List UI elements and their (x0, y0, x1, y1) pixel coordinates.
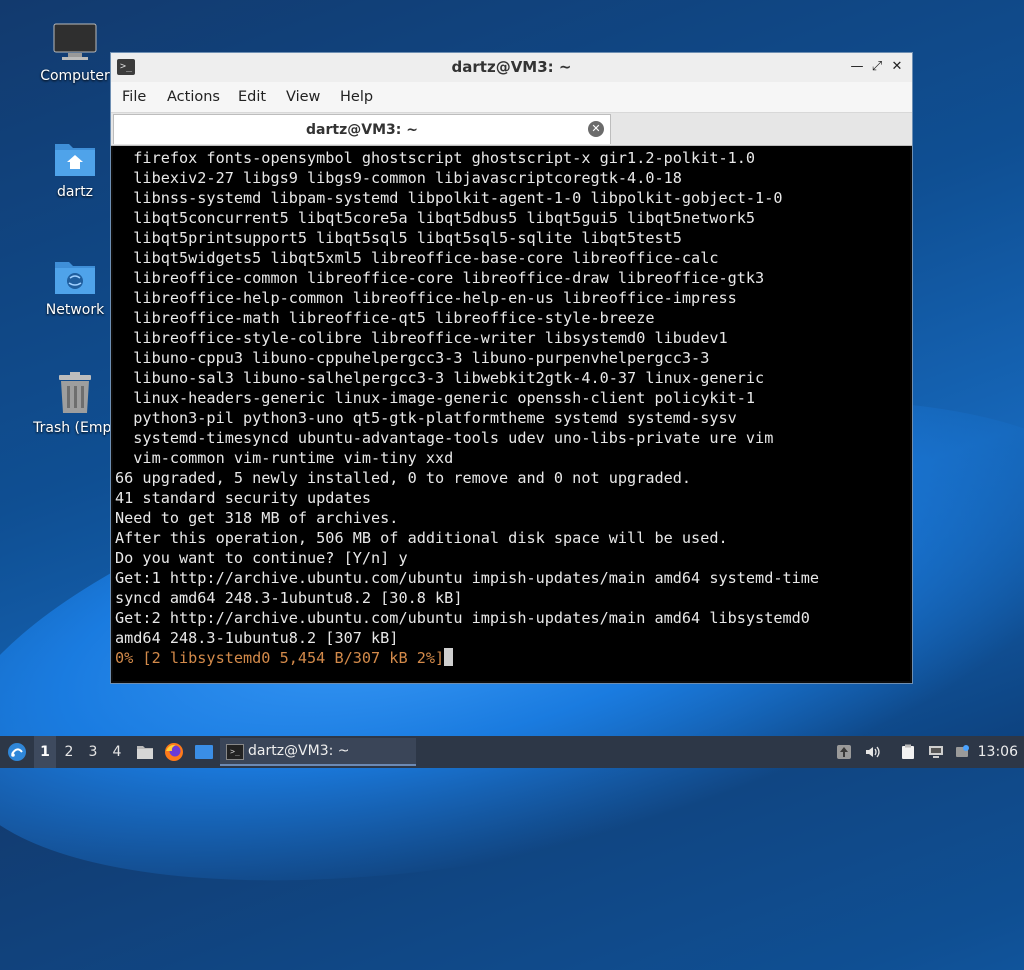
terminal-line: linux-headers-generic linux-image-generi… (115, 389, 756, 407)
desktop-icon-network[interactable]: Network (27, 256, 123, 318)
terminal-line: firefox fonts-opensymbol ghostscript gho… (115, 149, 756, 167)
download-progress-line: 0% [2 libsystemd0 5,454 B/307 kB 2%] (115, 648, 910, 668)
tab-terminal[interactable]: dartz@VM3: ~ ✕ (113, 114, 611, 144)
computer-icon (53, 23, 97, 60)
network-status-icon[interactable] (928, 744, 944, 760)
workspace-2[interactable]: 2 (58, 736, 80, 768)
terminal-cursor (444, 648, 454, 666)
terminal-line: Need to get 318 MB of archives. (115, 509, 399, 527)
update-notifier-icon[interactable] (836, 744, 852, 760)
terminal-window[interactable]: >_ dartz@VM3: ~ — ⤢ ✕ File Actions Edit … (110, 52, 913, 684)
network-folder-icon (55, 262, 95, 294)
menu-actions[interactable]: Actions (167, 82, 220, 112)
terminal-line: 66 upgraded, 5 newly installed, 0 to rem… (115, 469, 692, 487)
show-desktop-button[interactable] (192, 736, 216, 768)
workspace-1[interactable]: 1 (34, 736, 56, 768)
desktop-icon-home-folder[interactable]: dartz (27, 138, 123, 200)
clipboard-icon[interactable] (900, 744, 916, 760)
firefox-icon (165, 743, 183, 761)
minimize-button[interactable]: — (848, 58, 866, 76)
taskbar: 1 2 3 4 >_ dartz@VM3: ~ 13:06 (0, 736, 1024, 768)
terminal-line: libqt5printsupport5 libqt5sql5 libqt5sql… (115, 229, 682, 247)
lubuntu-logo-icon (8, 743, 26, 761)
trash-icon (59, 372, 91, 413)
tab-label: dartz@VM3: ~ (306, 122, 418, 138)
terminal-text: firefox fonts-opensymbol ghostscript gho… (113, 146, 910, 668)
terminal-line: Get:1 http://archive.ubuntu.com/ubuntu i… (115, 569, 820, 587)
menu-bar: File Actions Edit View Help (111, 82, 912, 113)
clock[interactable]: 13:06 (978, 736, 1018, 768)
file-manager-launcher[interactable] (134, 736, 156, 768)
close-button[interactable]: ✕ (888, 58, 906, 76)
terminal-output[interactable]: firefox fonts-opensymbol ghostscript gho… (113, 146, 910, 681)
terminal-line: Get:2 http://archive.ubuntu.com/ubuntu i… (115, 609, 810, 627)
desktop-icon-label: Trash (Empt (33, 420, 117, 436)
tab-bar: dartz@VM3: ~ ✕ (111, 113, 912, 146)
tab-close-icon[interactable]: ✕ (588, 121, 604, 137)
download-progress-text: 0% [2 libsystemd0 5,454 B/307 kB 2%] (115, 649, 445, 667)
notifications-icon[interactable] (954, 744, 970, 760)
home-folder-icon (55, 144, 95, 176)
terminal-line: libreoffice-common libreoffice-core libr… (115, 269, 765, 287)
menu-file[interactable]: File (122, 82, 146, 112)
terminal-line: Do you want to continue? [Y/n] y (115, 549, 408, 567)
window-title: dartz@VM3: ~ (451, 58, 572, 76)
task-button-terminal[interactable]: >_ dartz@VM3: ~ (220, 738, 416, 766)
terminal-line: syncd amd64 248.3-1ubuntu8.2 [30.8 kB] (115, 589, 463, 607)
terminal-line: libreoffice-help-common libreoffice-help… (115, 289, 737, 307)
terminal-line: libuno-cppu3 libuno-cppuhelpergcc3-3 lib… (115, 349, 710, 367)
terminal-line: 41 standard security updates (115, 489, 372, 507)
terminal-line: libreoffice-math libreoffice-qt5 libreof… (115, 309, 655, 327)
file-manager-icon (137, 746, 153, 759)
desktop-icon-computer[interactable]: Computer (27, 22, 123, 84)
terminal-line: amd64 248.3-1ubuntu8.2 [307 kB] (115, 629, 399, 647)
start-menu-button[interactable] (4, 736, 30, 768)
terminal-line: libuno-sal3 libuno-salhelpergcc3-3 libwe… (115, 369, 765, 387)
terminal-line: libqt5widgets5 libqt5xml5 libreoffice-ba… (115, 249, 719, 267)
menu-edit[interactable]: Edit (238, 82, 266, 112)
task-label: dartz@VM3: ~ (248, 743, 350, 759)
firefox-launcher[interactable] (162, 736, 186, 768)
desktop-icon-label: dartz (56, 184, 94, 200)
terminal-line: libreoffice-style-colibre libreoffice-wr… (115, 329, 728, 347)
terminal-line: libnss-systemd libpam-systemd libpolkit-… (115, 189, 783, 207)
terminal-task-icon: >_ (226, 744, 244, 760)
terminal-line: python3-pil python3-uno qt5-gtk-platform… (115, 409, 737, 427)
terminal-line: After this operation, 506 MB of addition… (115, 529, 728, 547)
desktop-icon-label: Network (45, 302, 105, 318)
terminal-line: systemd-timesyncd ubuntu-advantage-tools… (115, 429, 774, 447)
desktop-icon (195, 745, 213, 759)
workspace-4[interactable]: 4 (106, 736, 128, 768)
menu-view[interactable]: View (286, 82, 320, 112)
menu-help[interactable]: Help (340, 82, 373, 112)
terminal-line: libexiv2-27 libgs9 libgs9-common libjava… (115, 169, 682, 187)
maximize-button[interactable]: ⤢ (868, 58, 886, 76)
volume-icon[interactable] (864, 744, 880, 760)
terminal-line: vim-common vim-runtime vim-tiny xxd (115, 449, 454, 467)
window-titlebar[interactable]: >_ dartz@VM3: ~ — ⤢ ✕ (111, 53, 912, 83)
workspace-3[interactable]: 3 (82, 736, 104, 768)
desktop-icon-trash[interactable]: Trash (Empt (27, 372, 123, 436)
terminal-line: libqt5concurrent5 libqt5core5a libqt5dbu… (115, 209, 756, 227)
desktop-icon-label: Computer (40, 68, 110, 84)
